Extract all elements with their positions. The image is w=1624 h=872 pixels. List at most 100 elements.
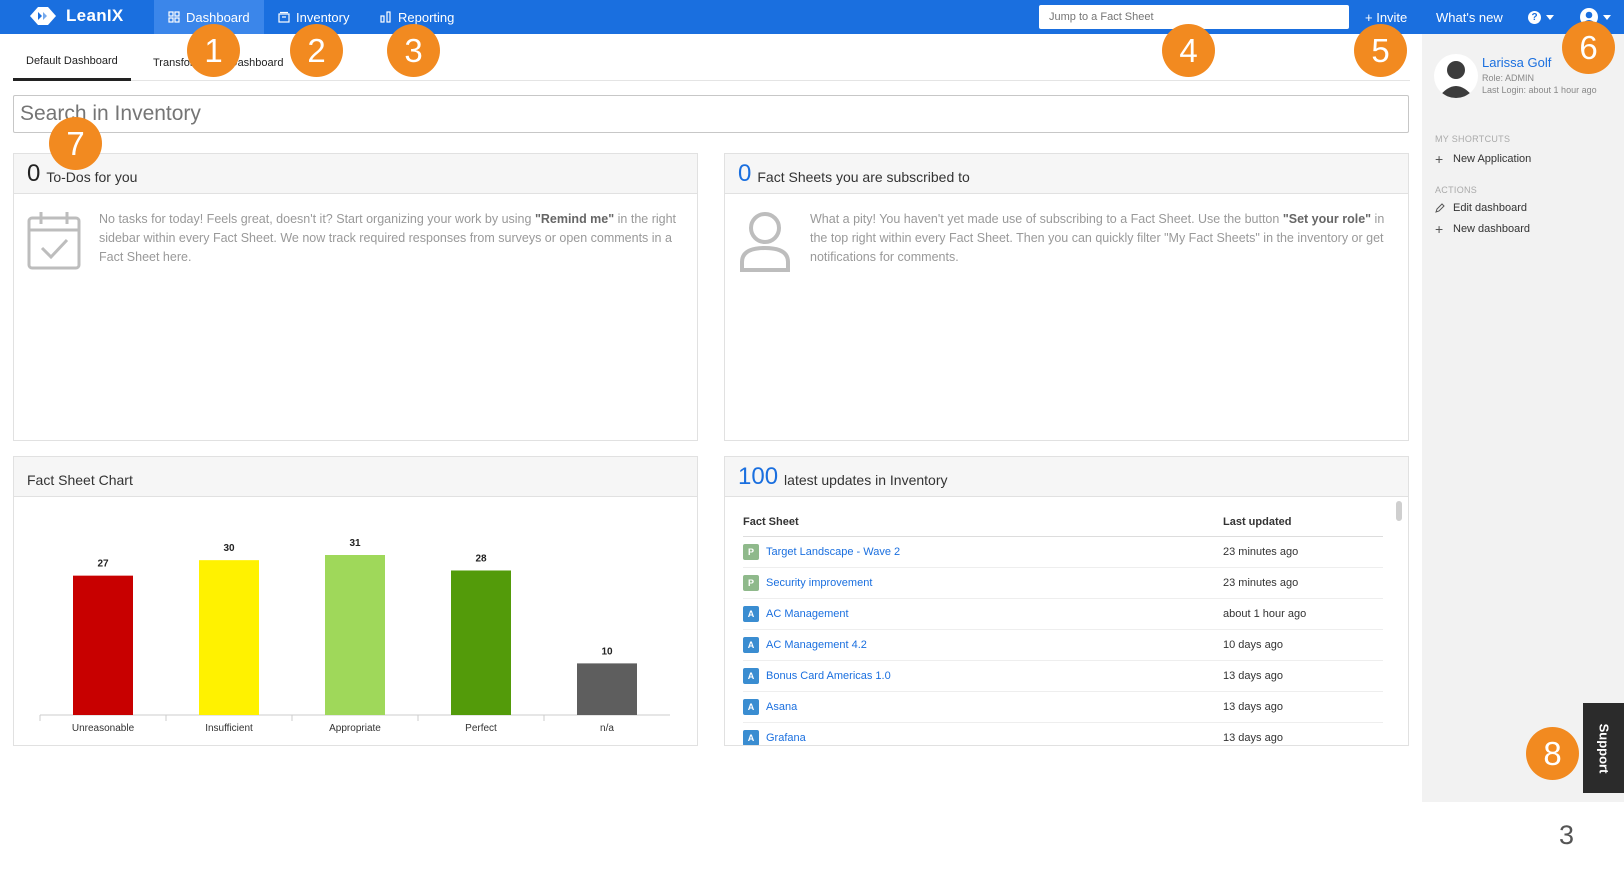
fact-sheet-type-badge: P xyxy=(743,575,759,591)
fact-sheet-link[interactable]: Asana xyxy=(766,701,797,713)
chart-header: Fact Sheet Chart xyxy=(14,457,697,497)
set-your-role-text: "Set your role" xyxy=(1282,212,1372,226)
callout-8: 8 xyxy=(1526,727,1579,780)
chart-bar-n-a[interactable] xyxy=(577,663,637,715)
table-row[interactable]: A AC Management 4.2 10 days ago xyxy=(743,630,1383,661)
todos-title: To-Dos for you xyxy=(46,169,138,185)
fact-sheet-link[interactable]: Grafana xyxy=(766,732,806,744)
user-last-login: Last Login: about 1 hour ago xyxy=(1482,85,1597,95)
new-dashboard-action[interactable]: + New dashboard xyxy=(1435,221,1530,237)
help-menu[interactable]: ? xyxy=(1528,0,1554,34)
table-row[interactable]: A Bonus Card Americas 1.0 13 days ago xyxy=(743,661,1383,692)
fact-sheet-chart-panel: Fact Sheet Chart 27 Unreasonable 30 Insuffi… xyxy=(13,456,698,746)
callout-2: 2 xyxy=(290,24,343,77)
subscribed-header: 0 Fact Sheets you are subscribed to xyxy=(725,154,1408,194)
fact-sheet-cell: A AC Management xyxy=(743,606,1223,622)
last-updated-cell: 13 days ago xyxy=(1223,670,1283,682)
subscribed-count: 0 xyxy=(738,160,752,187)
fact-sheet-bar-chart: 27 Unreasonable 30 Insufficient 31 Appropriat… xyxy=(39,538,670,734)
todos-message: No tasks for today! Feels great, doesn't… xyxy=(99,210,684,272)
plus-icon: + xyxy=(1435,221,1444,237)
fact-sheet-link[interactable]: AC Management 4.2 xyxy=(766,639,867,651)
actions-heading: ACTIONS xyxy=(1435,185,1478,195)
fact-sheet-cell: A Grafana xyxy=(743,730,1223,745)
last-updated-cell: 10 days ago xyxy=(1223,639,1283,651)
edit-dashboard-action[interactable]: Edit dashboard xyxy=(1435,202,1527,214)
shortcuts-heading: MY SHORTCUTS xyxy=(1435,134,1511,144)
nav-reporting-label: Reporting xyxy=(398,9,455,25)
nav-dashboard-label: Dashboard xyxy=(186,9,250,25)
latest-updates-panel: 100 latest updates in Inventory Fact She… xyxy=(724,456,1409,746)
callout-5: 5 xyxy=(1354,24,1407,77)
calendar-check-icon xyxy=(27,212,81,270)
table-row[interactable]: A AC Management about 1 hour ago xyxy=(743,599,1383,630)
x-axis-category-label: Appropriate xyxy=(329,723,381,734)
callout-4: 4 xyxy=(1162,24,1215,77)
updates-scrollbar[interactable] xyxy=(1396,501,1402,731)
chart-bar-insufficient[interactable] xyxy=(199,560,259,715)
support-tab[interactable]: Support xyxy=(1583,703,1624,793)
invite-label: + Invite xyxy=(1365,9,1408,25)
pencil-icon xyxy=(1435,203,1445,213)
updates-table: Fact Sheet Last updated P Target Landscap… xyxy=(743,507,1383,745)
last-updated-cell: 23 minutes ago xyxy=(1223,577,1299,589)
inventory-box-icon xyxy=(278,11,290,23)
fact-sheet-cell: A Asana xyxy=(743,699,1223,715)
chevron-down-icon xyxy=(1603,14,1611,20)
col-fact-sheet[interactable]: Fact Sheet xyxy=(743,516,1223,528)
shortcut-new-application[interactable]: + New Application xyxy=(1435,151,1531,167)
fact-sheet-type-badge: A xyxy=(743,668,759,684)
fact-sheet-link[interactable]: AC Management xyxy=(766,608,849,620)
fact-sheet-link[interactable]: Security improvement xyxy=(766,577,872,589)
updates-table-header: Fact Sheet Last updated xyxy=(743,507,1383,537)
new-dashboard-label: New dashboard xyxy=(1453,223,1531,235)
chart-bar-unreasonable[interactable] xyxy=(73,575,133,715)
callout-6: 6 xyxy=(1562,21,1615,74)
table-row[interactable]: A Grafana 13 days ago xyxy=(743,723,1383,745)
subscribed-title: Fact Sheets you are subscribed to xyxy=(757,169,970,185)
chart-bar-appropriate[interactable] xyxy=(325,555,385,715)
fact-sheet-type-badge: A xyxy=(743,606,759,622)
fact-sheet-cell: A Bonus Card Americas 1.0 xyxy=(743,668,1223,684)
fact-sheet-type-badge: A xyxy=(743,637,759,653)
callout-7: 7 xyxy=(49,117,102,170)
remind-me-text: "Remind me" xyxy=(534,212,615,226)
todos-body: No tasks for today! Feels great, doesn't… xyxy=(14,194,697,288)
subscribed-panel: 0 Fact Sheets you are subscribed to What… xyxy=(724,153,1409,441)
right-sidebar: Larissa Golf Role: ADMIN Last Login: abo… xyxy=(1422,34,1624,802)
nav-inventory-label: Inventory xyxy=(296,9,350,25)
chart-value-label: 10 xyxy=(601,646,613,657)
updates-title: latest updates in Inventory xyxy=(784,472,948,488)
subscribed-body: What a pity! You haven't yet made use of… xyxy=(725,194,1408,288)
fact-sheet-cell: P Security improvement xyxy=(743,575,1223,591)
todos-message-pre: No tasks for today! Feels great, doesn't… xyxy=(99,212,535,226)
table-row[interactable]: P Security improvement 23 minutes ago xyxy=(743,568,1383,599)
tab-default-dashboard-label: Default Dashboard xyxy=(26,55,118,67)
fact-sheet-cell: P Target Landscape - Wave 2 xyxy=(743,544,1223,560)
updates-scrollbar-thumb[interactable] xyxy=(1396,501,1402,521)
edit-dashboard-label: Edit dashboard xyxy=(1453,202,1527,214)
last-updated-cell: 23 minutes ago xyxy=(1223,546,1299,558)
chart-title: Fact Sheet Chart xyxy=(27,472,133,488)
todos-header: 0 To-Dos for you xyxy=(14,154,697,194)
chart-bar-perfect[interactable] xyxy=(451,570,511,715)
fact-sheet-link[interactable]: Bonus Card Americas 1.0 xyxy=(766,670,891,682)
table-row[interactable]: A Asana 13 days ago xyxy=(743,692,1383,723)
support-label: Support xyxy=(1596,723,1612,773)
col-last-updated[interactable]: Last updated xyxy=(1223,516,1383,528)
fact-sheet-link[interactable]: Target Landscape - Wave 2 xyxy=(766,546,900,558)
table-row[interactable]: P Target Landscape - Wave 2 23 minutes ago xyxy=(743,537,1383,568)
user-name-link[interactable]: Larissa Golf xyxy=(1482,55,1551,70)
x-axis-category-label: Perfect xyxy=(465,723,497,734)
avatar[interactable] xyxy=(1434,54,1478,98)
callout-3: 3 xyxy=(387,24,440,77)
updates-header: 100 latest updates in Inventory xyxy=(725,457,1408,497)
help-icon: ? xyxy=(1528,10,1541,24)
todos-count: 0 xyxy=(27,160,41,187)
page-number: 3 xyxy=(1559,820,1575,850)
leanix-logo[interactable]: LeanIX xyxy=(28,4,124,28)
search-inventory-input[interactable] xyxy=(13,95,1409,133)
whats-new-link[interactable]: What's new xyxy=(1436,0,1503,34)
tab-default-dashboard[interactable]: Default Dashboard xyxy=(13,44,131,81)
updates-count: 100 xyxy=(738,463,779,490)
